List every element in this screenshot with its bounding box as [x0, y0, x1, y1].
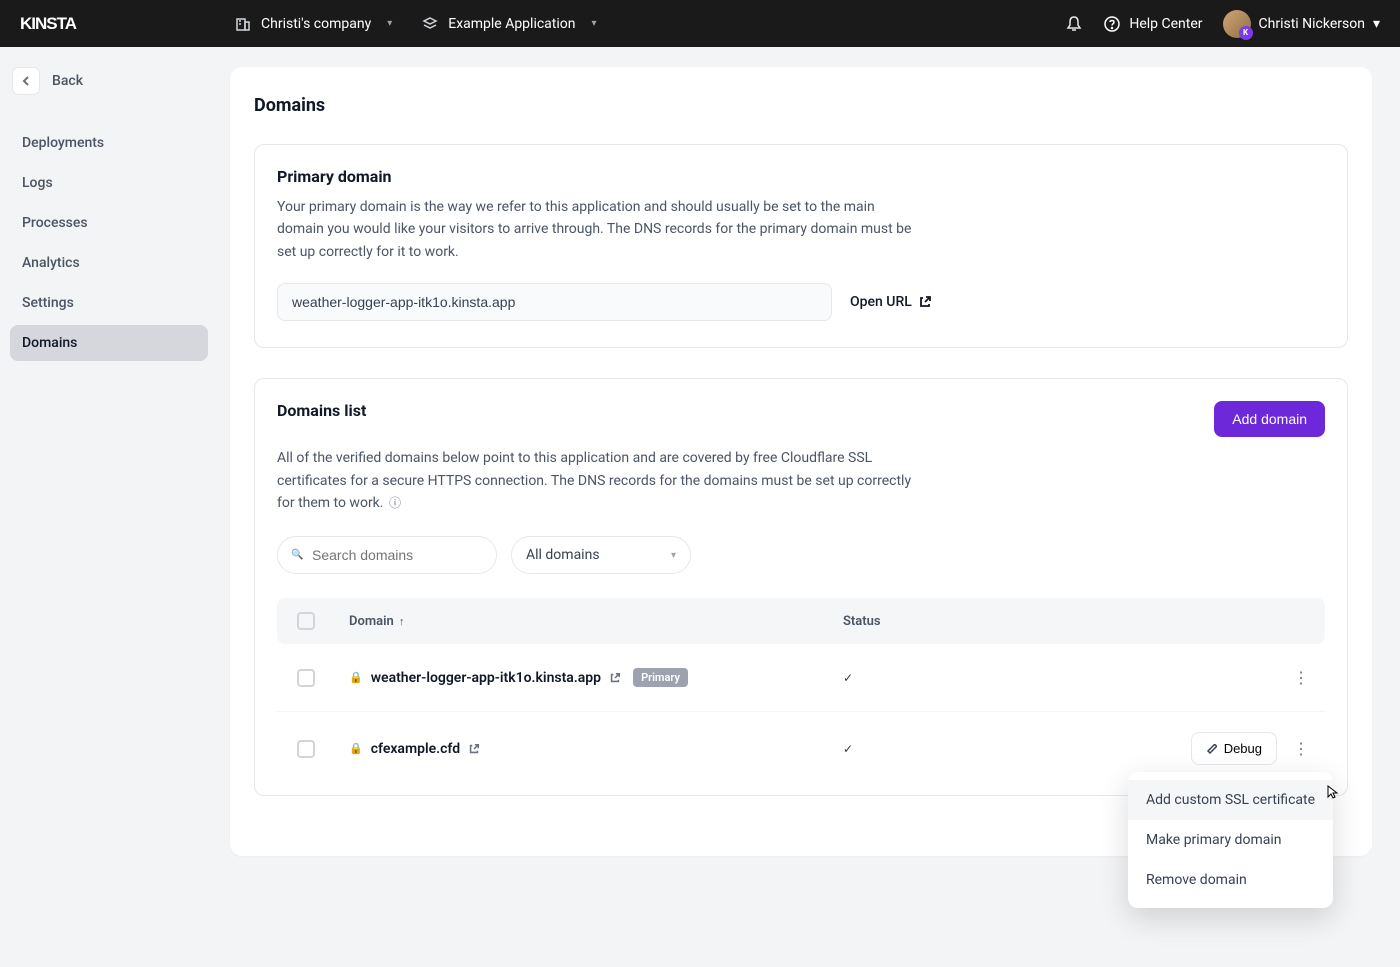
- column-domain[interactable]: Domain ↑: [349, 614, 843, 629]
- sidebar-item-domains[interactable]: Domains: [10, 325, 208, 361]
- back-button[interactable]: [12, 67, 40, 95]
- table-row: 🔒 cfexample.cfd ✓: [277, 712, 1325, 785]
- row-checkbox[interactable]: [297, 740, 315, 758]
- app-selector[interactable]: Example Application ▾: [422, 16, 596, 32]
- user-menu[interactable]: Christi Nickerson ▾: [1223, 10, 1380, 38]
- primary-domain-input[interactable]: [277, 283, 832, 321]
- debug-button[interactable]: Debug: [1191, 732, 1277, 765]
- company-label: Christi's company: [261, 16, 371, 32]
- page-title: Domains: [254, 95, 1348, 116]
- building-icon: [235, 16, 251, 32]
- layers-icon: [422, 16, 438, 32]
- help-icon: [1103, 15, 1121, 33]
- filter-label: All domains: [526, 547, 600, 563]
- bell-icon[interactable]: [1065, 15, 1083, 33]
- search-domains-input-wrapper: 🔍: [277, 536, 497, 574]
- user-name: Christi Nickerson: [1259, 16, 1365, 32]
- search-domains-input[interactable]: [277, 536, 497, 574]
- debug-label: Debug: [1224, 741, 1262, 756]
- domain-name: weather-logger-app-itk1o.kinsta.app: [371, 670, 601, 686]
- search-icon: 🔍: [291, 550, 303, 561]
- app-header: KINSTA Christi's company ▾ Example Appli…: [0, 0, 1400, 47]
- open-url-link[interactable]: Open URL: [850, 294, 932, 310]
- company-selector[interactable]: Christi's company ▾: [235, 16, 392, 32]
- open-url-label: Open URL: [850, 294, 912, 310]
- primary-domain-title: Primary domain: [277, 167, 1325, 186]
- info-icon[interactable]: ⓘ: [389, 496, 401, 510]
- table-header: Domain ↑ Status: [277, 598, 1325, 644]
- sidebar-item-processes[interactable]: Processes: [10, 205, 208, 241]
- domain-name: cfexample.cfd: [371, 741, 460, 757]
- primary-domain-section: Primary domain Your primary domain is th…: [254, 144, 1348, 348]
- domains-list-title: Domains list: [277, 401, 366, 420]
- sidebar: Back Deployments Logs Processes Analytic…: [0, 47, 218, 896]
- primary-domain-description: Your primary domain is the way we refer …: [277, 196, 917, 263]
- wrench-icon: [1206, 743, 1218, 755]
- primary-badge: Primary: [633, 668, 688, 687]
- help-label: Help Center: [1129, 16, 1202, 32]
- back-label: Back: [52, 73, 83, 89]
- app-label: Example Application: [448, 16, 575, 32]
- select-all-checkbox[interactable]: [297, 612, 315, 630]
- status-ok-icon: ✓: [843, 742, 853, 756]
- external-link-icon: [918, 295, 932, 309]
- chevron-down-icon: ▾: [592, 18, 597, 29]
- help-center-link[interactable]: Help Center: [1103, 15, 1202, 33]
- kinsta-logo: KINSTA: [20, 15, 105, 33]
- sidebar-item-analytics[interactable]: Analytics: [10, 245, 208, 281]
- dropdown-make-primary[interactable]: Make primary domain: [1128, 820, 1333, 860]
- domains-table: Domain ↑ Status 🔒 weather-logger-app-itk…: [277, 598, 1325, 785]
- row-actions-menu[interactable]: ⋮: [1289, 735, 1313, 762]
- sort-ascending-icon: ↑: [399, 615, 405, 628]
- table-row: 🔒 weather-logger-app-itk1o.kinsta.app Pr…: [277, 644, 1325, 712]
- column-status[interactable]: Status: [843, 614, 1193, 629]
- dropdown-add-ssl[interactable]: Add custom SSL certificate: [1128, 780, 1333, 820]
- domain-filter-select[interactable]: All domains ▾: [511, 536, 691, 574]
- lock-icon: 🔒: [349, 742, 363, 755]
- domains-list-section: Domains list Add domain All of the verif…: [254, 378, 1348, 796]
- external-link-icon[interactable]: [468, 743, 480, 755]
- add-domain-button[interactable]: Add domain: [1214, 401, 1325, 437]
- sidebar-item-deployments[interactable]: Deployments: [10, 125, 208, 161]
- avatar: [1223, 10, 1251, 38]
- external-link-icon[interactable]: [609, 672, 621, 684]
- sidebar-item-logs[interactable]: Logs: [10, 165, 208, 201]
- chevron-down-icon: ▾: [387, 18, 392, 29]
- main-content: Domains Primary domain Your primary doma…: [218, 47, 1400, 896]
- sidebar-item-settings[interactable]: Settings: [10, 285, 208, 321]
- status-ok-icon: ✓: [843, 671, 853, 685]
- row-actions-dropdown: Add custom SSL certificate Make primary …: [1128, 772, 1333, 908]
- row-checkbox[interactable]: [297, 669, 315, 687]
- chevron-down-icon: ▾: [1373, 16, 1380, 32]
- chevron-down-icon: ▾: [671, 550, 676, 561]
- row-actions-menu[interactable]: ⋮: [1289, 664, 1313, 691]
- lock-icon: 🔒: [349, 671, 363, 684]
- svg-text:KINSTA: KINSTA: [20, 15, 77, 33]
- domains-list-description: All of the verified domains below point …: [277, 447, 917, 514]
- dropdown-remove-domain[interactable]: Remove domain: [1128, 860, 1333, 900]
